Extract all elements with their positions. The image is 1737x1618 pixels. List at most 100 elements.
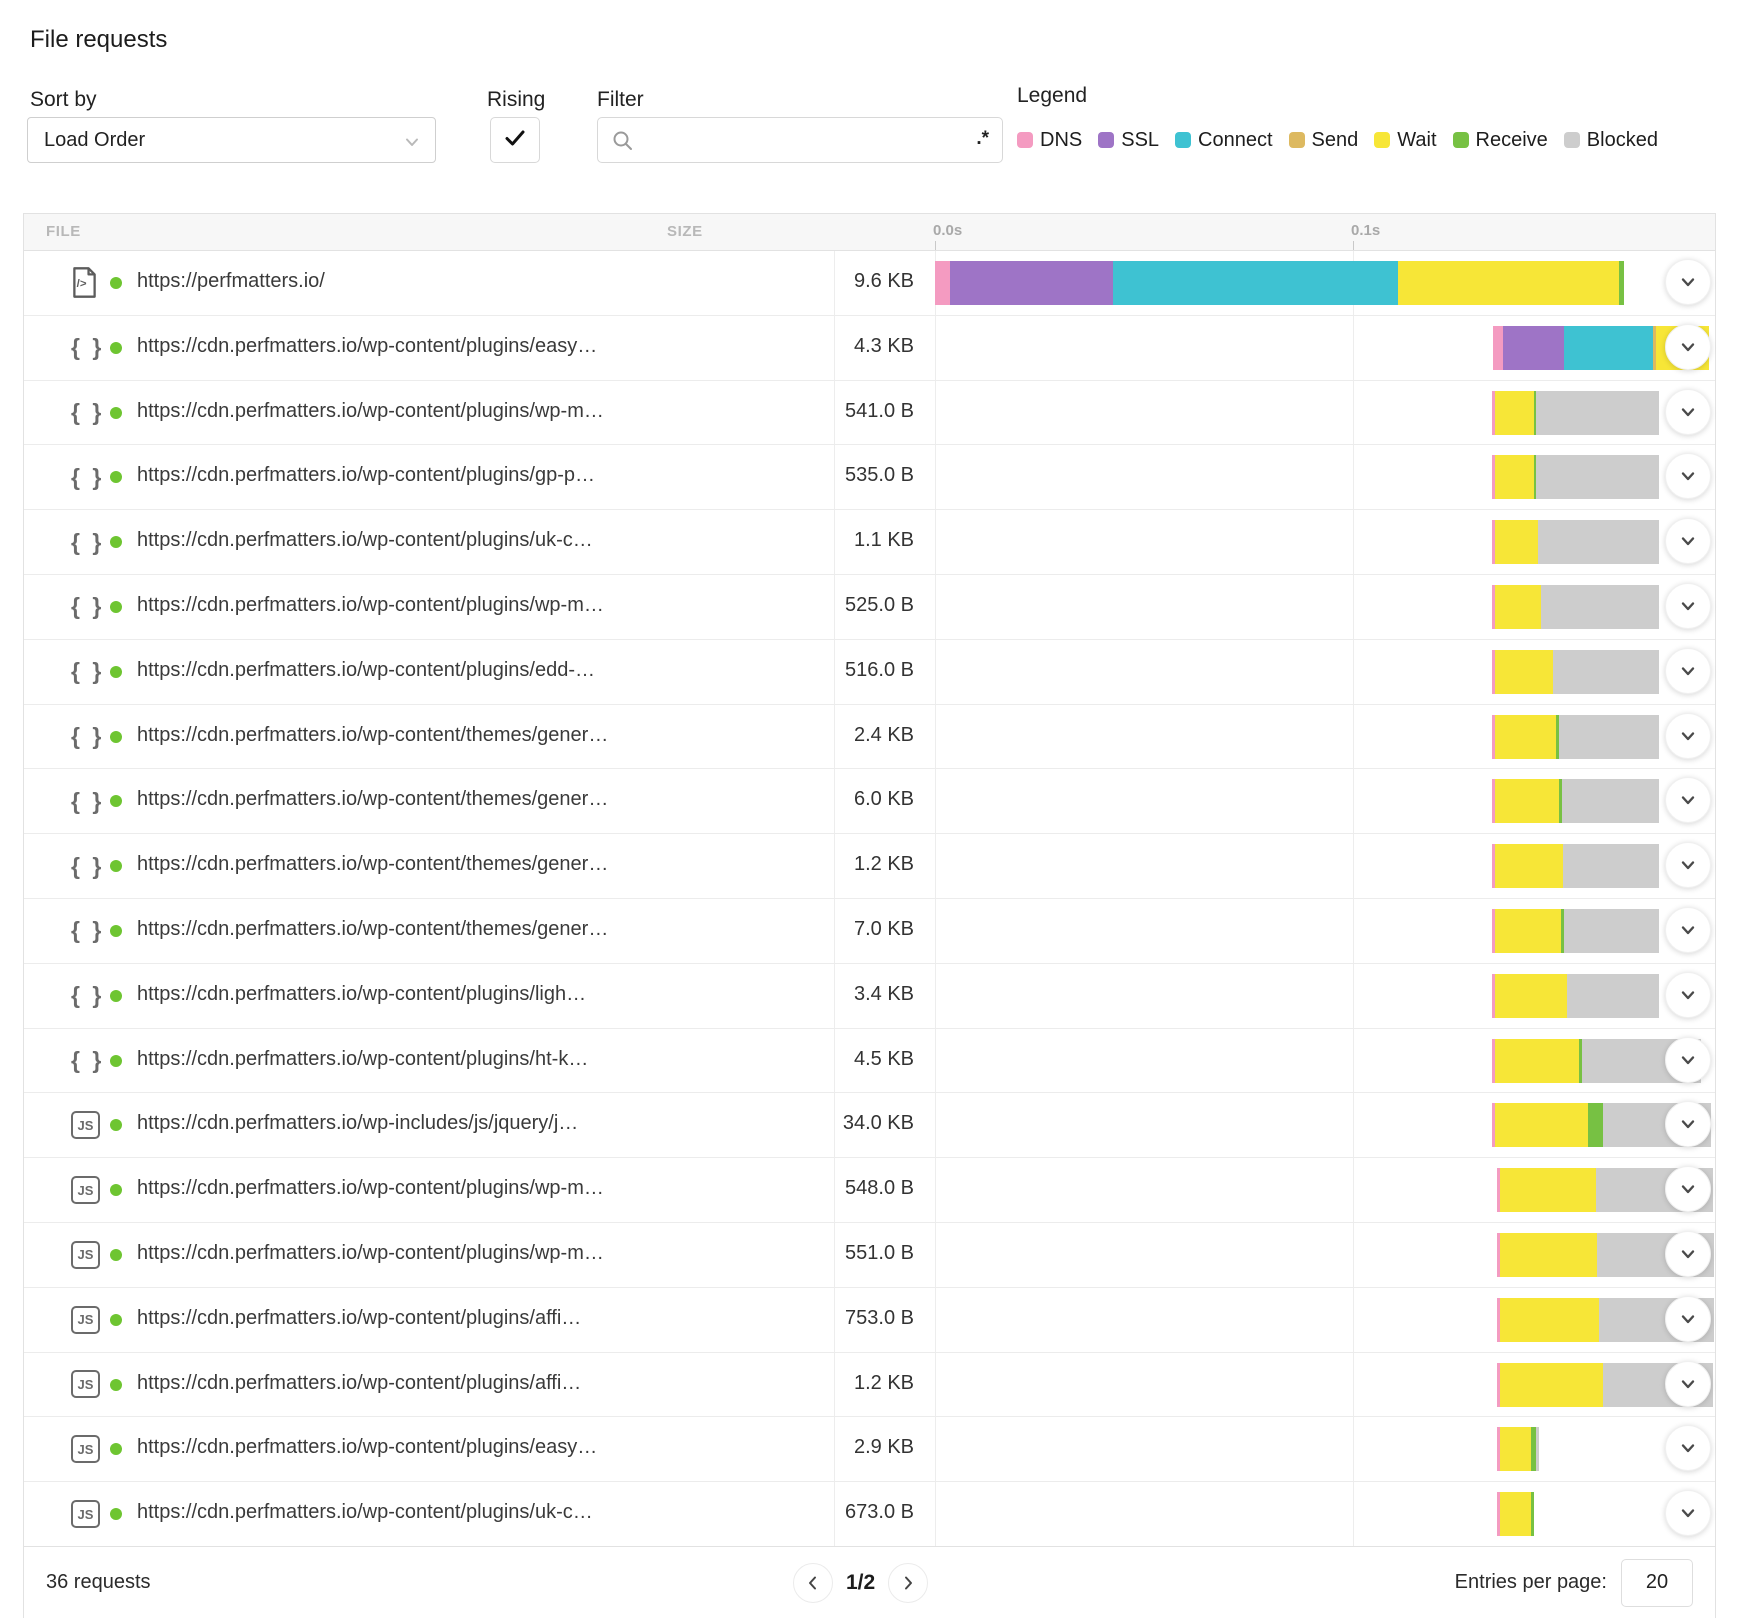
table-footer: 36 requests 1/2 Entries per page:	[24, 1546, 1715, 1618]
table-row: { } https://cdn.perfmatters.io/wp-conten…	[24, 381, 1715, 446]
sort-by-dropdown[interactable]: Load Order	[27, 117, 436, 163]
file-url: https://perfmatters.io/	[137, 270, 325, 293]
table-row: /> https://perfmatters.io/ 9.6 KB	[24, 251, 1715, 316]
connect-swatch-icon	[1175, 132, 1191, 148]
page-indicator: 1/2	[846, 1571, 875, 1595]
chevron-down-icon	[1677, 854, 1699, 876]
expand-row-button[interactable]	[1665, 907, 1711, 953]
file-size: 34.0 KB	[714, 1112, 914, 1135]
expand-row-button[interactable]	[1665, 972, 1711, 1018]
sort-by-label: Sort by	[30, 88, 97, 112]
segment-blocked	[1559, 715, 1659, 759]
file-url: https://cdn.perfmatters.io/wp-content/th…	[137, 853, 608, 876]
segment-wait	[1495, 585, 1541, 629]
file-size: 2.9 KB	[714, 1436, 914, 1459]
legend-item-label: Connect	[1198, 129, 1273, 152]
expand-row-button[interactable]	[1665, 777, 1711, 823]
regex-hint: .*	[976, 128, 989, 150]
segment-wait	[1495, 974, 1567, 1018]
file-url: https://cdn.perfmatters.io/wp-content/pl…	[137, 400, 604, 423]
table-row: { } https://cdn.perfmatters.io/wp-conten…	[24, 445, 1715, 510]
waterfall-bar	[1492, 650, 1659, 694]
blocked-swatch-icon	[1564, 132, 1580, 148]
expand-row-button[interactable]	[1665, 1490, 1711, 1536]
expand-row-button[interactable]	[1665, 1231, 1711, 1277]
status-dot	[110, 277, 122, 289]
expand-row-button[interactable]	[1665, 1166, 1711, 1212]
chevron-down-icon	[1677, 595, 1699, 617]
wait-swatch-icon	[1374, 132, 1390, 148]
timeline-tick-label: 0.1s	[1351, 222, 1380, 239]
waterfall-bar	[1497, 1427, 1539, 1471]
html-document-icon: />	[71, 251, 98, 315]
chevron-down-icon	[1677, 1308, 1699, 1330]
chevron-down-icon	[1677, 984, 1699, 1006]
legend-item-connect: Connect	[1175, 129, 1273, 152]
file-size: 516.0 B	[714, 659, 914, 682]
file-size: 1.2 KB	[714, 1372, 914, 1395]
status-dot	[110, 471, 122, 483]
legend-item-label: Receive	[1476, 129, 1548, 152]
js-file-icon: JS	[71, 1482, 100, 1546]
legend-label: Legend	[1017, 84, 1087, 108]
rising-checkbox[interactable]	[490, 117, 540, 163]
expand-row-button[interactable]	[1665, 1361, 1711, 1407]
file-url: https://cdn.perfmatters.io/wp-content/pl…	[137, 464, 595, 487]
file-size: 535.0 B	[714, 464, 914, 487]
legend-item-label: DNS	[1040, 129, 1082, 152]
expand-row-button[interactable]	[1665, 1425, 1711, 1471]
expand-row-button[interactable]	[1665, 583, 1711, 629]
previous-page-button[interactable]	[793, 1563, 833, 1603]
segment-blocked	[1564, 909, 1659, 953]
status-dot	[110, 536, 122, 548]
segment-wait	[1500, 1492, 1531, 1536]
legend-item-label: Wait	[1397, 129, 1436, 152]
file-url: https://cdn.perfmatters.io/wp-content/th…	[137, 724, 608, 747]
expand-row-button[interactable]	[1665, 648, 1711, 694]
css-file-icon: { }	[71, 316, 104, 380]
table-rows: /> https://perfmatters.io/ 9.6 KB { } ht…	[24, 251, 1715, 1546]
table-row: { } https://cdn.perfmatters.io/wp-conten…	[24, 575, 1715, 640]
status-dot	[110, 1184, 122, 1196]
expand-row-button[interactable]	[1665, 518, 1711, 564]
expand-row-button[interactable]	[1665, 1037, 1711, 1083]
css-file-icon: { }	[71, 510, 104, 574]
legend-item-blocked: Blocked	[1564, 129, 1658, 152]
chevron-down-icon	[1677, 1178, 1699, 1200]
segment-wait	[1500, 1233, 1597, 1277]
file-url: https://cdn.perfmatters.io/wp-content/pl…	[137, 335, 597, 358]
expand-row-button[interactable]	[1665, 389, 1711, 435]
expand-row-button[interactable]	[1665, 713, 1711, 759]
expand-row-button[interactable]	[1665, 453, 1711, 499]
expand-row-button[interactable]	[1665, 324, 1711, 370]
status-dot	[110, 1379, 122, 1391]
expand-row-button[interactable]	[1665, 842, 1711, 888]
file-requests-panel: File requests Sort by Rising Filter Lege…	[0, 0, 1737, 1618]
segment-blocked	[1536, 1427, 1539, 1471]
chevron-down-icon	[1677, 1243, 1699, 1265]
segment-wait	[1495, 650, 1553, 694]
waterfall-bar	[1492, 455, 1659, 499]
segment-wait	[1500, 1168, 1596, 1212]
expand-row-button[interactable]	[1665, 259, 1711, 305]
svg-text:/>: />	[77, 279, 87, 291]
table-row: { } https://cdn.perfmatters.io/wp-conten…	[24, 705, 1715, 770]
expand-row-button[interactable]	[1665, 1296, 1711, 1342]
table-row: JS https://cdn.perfmatters.io/wp-content…	[24, 1353, 1715, 1418]
segment-blocked	[1536, 455, 1659, 499]
file-size: 6.0 KB	[714, 788, 914, 811]
filter-input[interactable]	[644, 119, 958, 163]
table-row: { } https://cdn.perfmatters.io/wp-conten…	[24, 769, 1715, 834]
next-page-button[interactable]	[888, 1563, 928, 1603]
js-file-icon: JS	[71, 1093, 100, 1157]
file-size: 525.0 B	[714, 594, 914, 617]
legend-item-receive: Receive	[1453, 129, 1548, 152]
page-title: File requests	[30, 26, 167, 54]
file-url: https://cdn.perfmatters.io/wp-content/th…	[137, 788, 608, 811]
status-dot	[110, 795, 122, 807]
table-row: { } https://cdn.perfmatters.io/wp-conten…	[24, 834, 1715, 899]
legend-item-label: Blocked	[1587, 129, 1658, 152]
entries-per-page-input[interactable]	[1621, 1559, 1693, 1607]
waterfall-bar	[1492, 391, 1659, 435]
status-dot	[110, 1249, 122, 1261]
